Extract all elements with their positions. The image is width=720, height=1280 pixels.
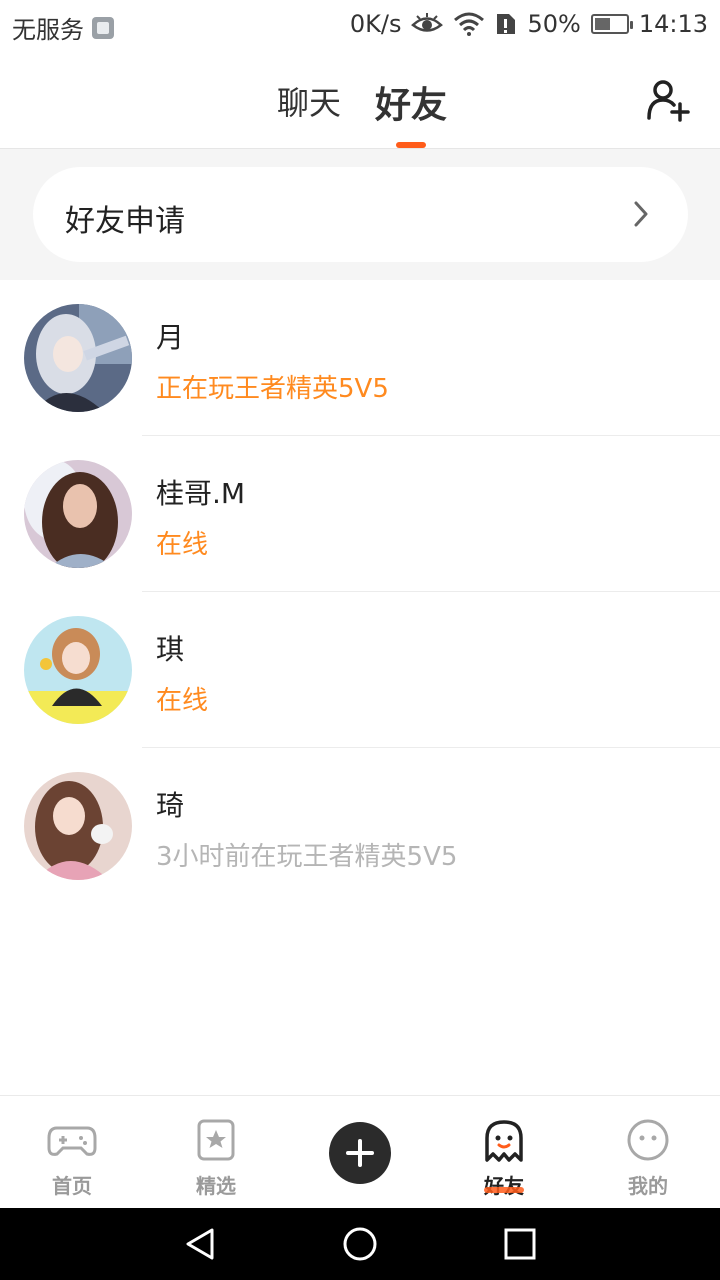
add-person-icon[interactable] [646, 78, 690, 122]
wifi-icon [454, 12, 485, 36]
system-navigation-bar [0, 1208, 720, 1280]
chevron-right-icon [634, 201, 648, 227]
face-icon [627, 1119, 669, 1161]
friend-name: 琦 [156, 789, 185, 822]
nav-me[interactable]: 我的 [576, 1096, 720, 1209]
battery-icon [590, 14, 633, 34]
nav-home[interactable]: 首页 [0, 1096, 144, 1209]
status-bar: 无服务 0K/s 50% 14:13 [0, 0, 720, 50]
friend-name: 琪 [156, 633, 185, 666]
friend-status: 正在玩王者精英5V5 [156, 374, 389, 404]
status-left: 无服务 [12, 10, 114, 45]
top-header: 聊天 好友 [0, 50, 720, 149]
nav-label: 好友 [484, 1174, 524, 1198]
gamepad-icon [47, 1126, 97, 1156]
avatar [24, 616, 132, 724]
eye-icon [411, 13, 444, 32]
friend-request-section: 好友申请 [0, 149, 720, 280]
recents-icon[interactable] [503, 1227, 537, 1261]
battery-fill [594, 18, 610, 30]
friend-request-button[interactable]: 好友申请 [33, 167, 688, 262]
active-tab-indicator [396, 142, 426, 148]
friend-request-label: 好友申请 [65, 204, 185, 239]
status-right: 0K/s 50% 14:13 [350, 10, 708, 38]
friend-item[interactable]: 琪 在线 [0, 592, 720, 748]
image-notification-icon [92, 16, 114, 39]
tab-chat[interactable]: 聊天 [277, 78, 341, 124]
nav-label: 我的 [628, 1174, 668, 1198]
friend-status: 在线 [156, 530, 209, 560]
friend-item[interactable]: 月 正在玩王者精英5V5 [0, 280, 720, 436]
nav-featured[interactable]: 精选 [144, 1096, 288, 1209]
friend-name: 桂哥.M [156, 477, 246, 510]
home-icon[interactable] [342, 1226, 378, 1262]
create-button[interactable] [329, 1122, 391, 1184]
friend-item[interactable]: 桂哥.M 在线 [0, 436, 720, 592]
ghost-icon [485, 1120, 523, 1162]
nav-label: 首页 [52, 1174, 92, 1198]
tab-friends[interactable]: 好友 [375, 76, 447, 128]
network-speed: 0K/s [349, 10, 402, 38]
battery-percent: 50% [527, 10, 581, 38]
friend-status: 在线 [156, 686, 209, 716]
friend-item[interactable]: 琦 3小时前在玩王者精英5V5 [0, 748, 720, 904]
friend-status: 3小时前在玩王者精英5V5 [156, 842, 458, 872]
bottom-navigation: 首页 精选 好友 我的 [0, 1095, 720, 1209]
plus-icon [346, 1139, 374, 1167]
avatar [24, 460, 132, 568]
avatar [24, 772, 132, 880]
nav-friends[interactable]: 好友 [432, 1096, 576, 1209]
sim-alert-icon [497, 14, 516, 34]
nav-label: 精选 [196, 1174, 236, 1198]
friend-name: 月 [156, 321, 185, 354]
avatar [24, 304, 132, 412]
carrier-text: 无服务 [12, 16, 84, 44]
back-icon[interactable] [182, 1226, 218, 1262]
active-nav-underline [484, 1187, 524, 1193]
clock: 14:13 [638, 10, 708, 38]
star-bookmark-icon [197, 1119, 235, 1161]
